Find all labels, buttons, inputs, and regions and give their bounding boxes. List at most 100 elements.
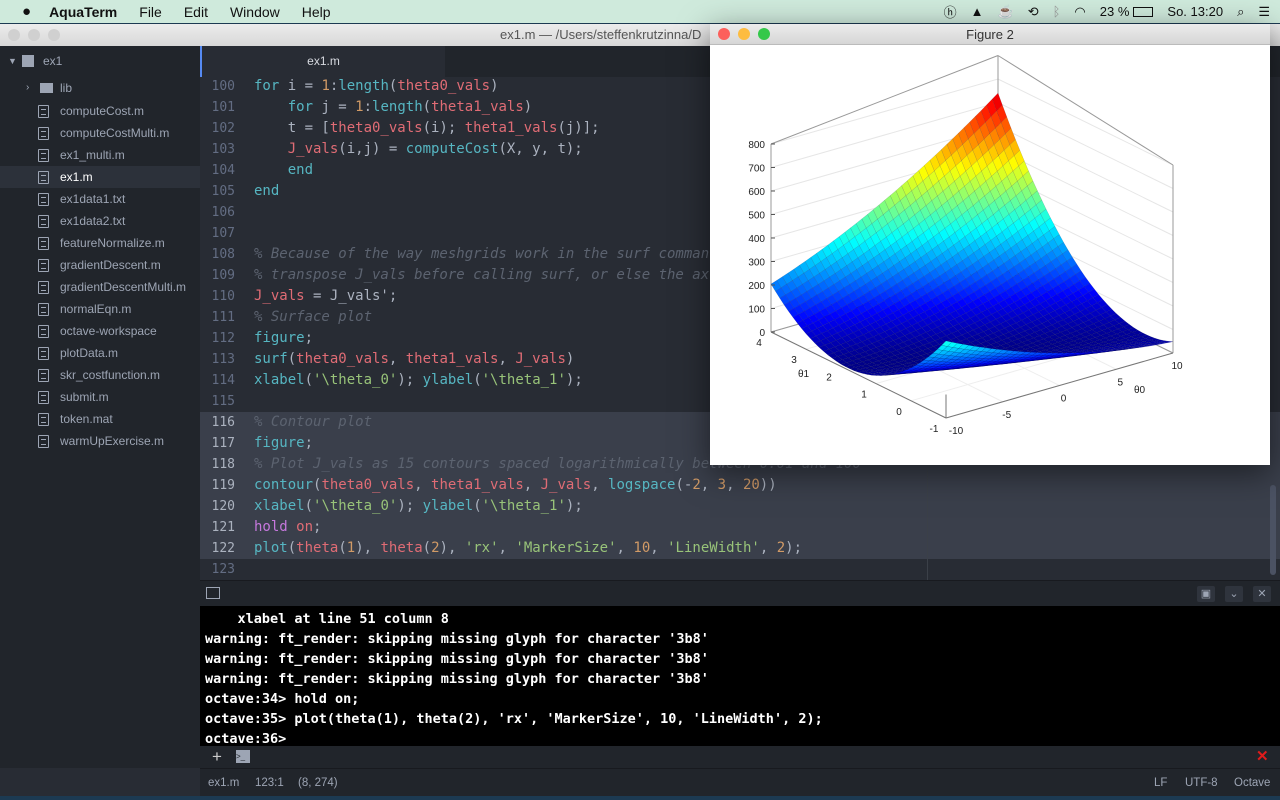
line-number: 119 xyxy=(211,478,235,493)
code-token: figure xyxy=(254,330,305,346)
code-token: 'LineWidth' xyxy=(667,540,760,556)
tree-file[interactable]: plotData.m xyxy=(0,342,200,364)
tree-file[interactable]: submit.m xyxy=(0,386,200,408)
code-token: 2 xyxy=(431,540,440,556)
code-token: (i,j) = xyxy=(338,141,406,157)
bluetooth-icon[interactable]: ᛒ xyxy=(1053,4,1061,19)
zoom-button[interactable] xyxy=(48,29,60,41)
close-terminal-icon[interactable]: ✕ xyxy=(1256,747,1269,765)
tree-file[interactable]: featureNormalize.m xyxy=(0,232,200,254)
hazel-icon[interactable]: ⓗ xyxy=(944,2,957,21)
figure-minimize-button[interactable] xyxy=(738,28,750,40)
menu-window[interactable]: Window xyxy=(230,4,280,20)
status-line-ending[interactable]: LF xyxy=(1154,769,1167,797)
tree-file[interactable]: ex1data2.txt xyxy=(0,210,200,232)
notification-center-icon[interactable]: ☰ xyxy=(1258,4,1270,20)
status-grammar[interactable]: Octave xyxy=(1234,769,1270,797)
status-cursor[interactable]: 123:1 xyxy=(255,769,284,797)
figure-close-button[interactable] xyxy=(718,28,730,40)
line-number: 104 xyxy=(211,163,235,178)
tree-view: ▼ ex1 › lib computeCost.m computeCostMult… xyxy=(0,46,200,768)
terminal-toolbar: + >_ ✕ xyxy=(200,746,1280,768)
close-button[interactable] xyxy=(8,29,20,41)
menu-edit[interactable]: Edit xyxy=(184,4,208,20)
collapse-panel-button[interactable]: ⌄ xyxy=(1225,586,1243,602)
file-icon xyxy=(38,237,49,250)
figure-zoom-button[interactable] xyxy=(758,28,770,40)
code-token: , xyxy=(523,477,541,493)
code-token: ( xyxy=(287,351,297,367)
tree-file[interactable]: ex1.m xyxy=(0,166,200,188)
maximize-panel-button[interactable]: ▣ xyxy=(1197,586,1215,602)
z-tick-label: 600 xyxy=(748,187,765,198)
code-token: ), xyxy=(355,540,381,556)
wifi-icon[interactable]: ◠ xyxy=(1074,4,1085,20)
clock[interactable]: So. 13:20 xyxy=(1167,4,1223,19)
code-text: for i = 1:length(theta0_vals) xyxy=(254,77,499,97)
tree-root[interactable]: ▼ ex1 xyxy=(0,50,200,72)
battery-text[interactable]: 23 % xyxy=(1100,4,1130,19)
code-line[interactable]: 121 hold on; xyxy=(200,517,1280,538)
new-terminal-button[interactable]: + xyxy=(212,747,222,767)
code-text: hold on; xyxy=(254,517,321,538)
y-axis-label: θ1 xyxy=(798,369,810,380)
tree-file[interactable]: ex1data1.txt xyxy=(0,188,200,210)
tree-file[interactable]: normalEqn.m xyxy=(0,298,200,320)
code-text: contour(theta0_vals, theta1_vals, J_vals… xyxy=(254,475,777,496)
surface-plot[interactable]: 0100200300400500600700800-101234-10-5051… xyxy=(710,45,1270,465)
code-token: end xyxy=(254,183,280,199)
tree-file[interactable]: skr_costfunction.m xyxy=(0,364,200,386)
status-file[interactable]: ex1.m xyxy=(208,769,239,797)
folder-icon xyxy=(40,83,53,93)
tree-file[interactable]: computeCostMulti.m xyxy=(0,122,200,144)
scrollbar[interactable] xyxy=(1270,485,1276,575)
code-token: ); xyxy=(565,498,583,514)
code-token: ); xyxy=(565,372,583,388)
code-token: ) xyxy=(490,78,499,94)
tree-file[interactable]: token.mat xyxy=(0,408,200,430)
code-line[interactable]: 120 xlabel('\theta_0'); ylabel('\theta_1'… xyxy=(200,496,1280,517)
bell-icon[interactable]: ▲ xyxy=(971,4,984,19)
menu-app-name[interactable]: AquaTerm xyxy=(49,4,117,20)
spotlight-icon[interactable]: ⌕ xyxy=(1237,4,1244,20)
tree-folder-lib[interactable]: › lib xyxy=(0,77,200,99)
terminal-tab-icon[interactable]: >_ xyxy=(236,750,250,763)
code-token: ); xyxy=(397,372,423,388)
close-panel-button[interactable]: ✕ xyxy=(1253,586,1271,602)
code-token: , xyxy=(726,477,743,493)
terminal-line: warning: ft_render: skipping missing gly… xyxy=(205,631,709,647)
code-token: hold xyxy=(254,519,288,535)
tree-file[interactable]: gradientDescentMulti.m xyxy=(0,276,200,298)
time-machine-icon[interactable]: ⟲ xyxy=(1028,4,1039,20)
terminal-panel-header: ▣ ⌄ ✕ xyxy=(200,580,1280,606)
code-text: J_vals = J_vals'; xyxy=(254,286,397,307)
minimize-button[interactable] xyxy=(28,29,40,41)
code-text: % Contour plot xyxy=(254,412,372,433)
tree-file[interactable]: octave-workspace xyxy=(0,320,200,342)
code-token: , xyxy=(650,540,668,556)
menu-help[interactable]: Help xyxy=(302,4,331,20)
figure-window: Figure 2 0 100 200 300 400 500 600 700 800 -1 0 1 2 3… xyxy=(710,24,1270,465)
code-line[interactable]: 119 contour(theta0_vals, theta1_vals, J_v… xyxy=(200,475,1280,496)
menu-file[interactable]: File xyxy=(139,4,162,20)
tab-ex1-m[interactable]: ex1.m xyxy=(200,46,445,77)
code-line[interactable]: 123 xyxy=(200,559,1280,580)
code-token: 10 xyxy=(633,540,651,556)
terminal-output[interactable]: xlabel at line 51 column 8 warning: ft_re… xyxy=(200,606,1280,747)
figure-title-bar: Figure 2 xyxy=(710,24,1270,45)
tree-file[interactable]: computeCost.m xyxy=(0,100,200,122)
z-tick-label: 100 xyxy=(748,305,765,316)
battery-icon[interactable] xyxy=(1133,6,1154,17)
status-encoding[interactable]: UTF-8 xyxy=(1185,769,1218,797)
code-line[interactable]: 122 plot(theta(1), theta(2), 'rx', 'Marke… xyxy=(200,538,1280,559)
apple-icon[interactable]: ● xyxy=(22,3,31,20)
code-token: ; xyxy=(313,519,322,535)
code-text: end xyxy=(254,160,313,181)
coffee-icon[interactable]: ☕ xyxy=(998,4,1014,20)
tree-file[interactable]: gradientDescent.m xyxy=(0,254,200,276)
tree-file[interactable]: warmUpExercise.m xyxy=(0,430,200,452)
tree-file[interactable]: ex1_multi.m xyxy=(0,144,200,166)
z-tick-label: 500 xyxy=(748,211,765,222)
